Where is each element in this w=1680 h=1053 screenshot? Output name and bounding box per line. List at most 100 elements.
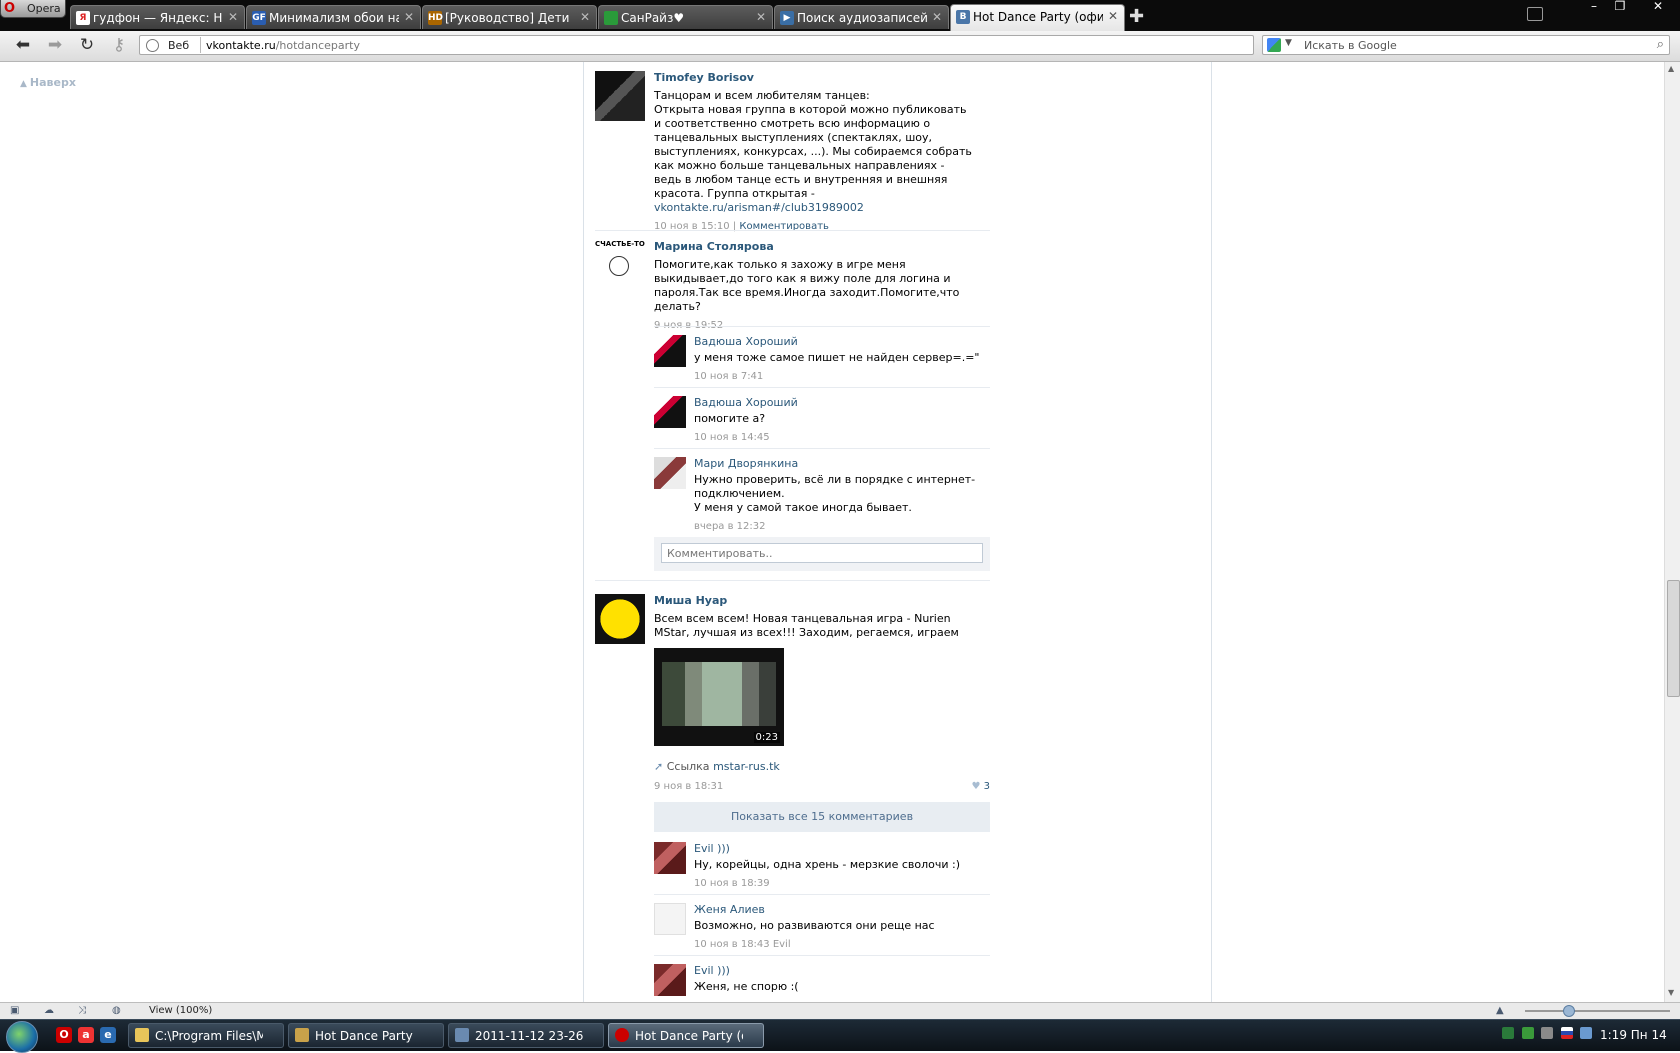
avatar[interactable] (654, 335, 686, 367)
minimize-icon[interactable]: – (1582, 0, 1606, 15)
avatar-caption: СЧАСТЬЕ-ТО (595, 240, 645, 248)
share-icon[interactable]: ⤨ (78, 1005, 92, 1016)
post-author[interactable]: Миша Нуар (654, 594, 974, 607)
opera-quicklaunch-icon[interactable]: O (56, 1027, 72, 1043)
heart-icon: ♥ (971, 781, 981, 792)
reply-author[interactable]: Мари Дворянкина (694, 457, 986, 470)
avatar[interactable] (595, 594, 645, 644)
language-flag-icon[interactable] (1560, 1027, 1573, 1039)
close-tab-icon[interactable]: ✕ (756, 10, 766, 24)
link-label: Ссылка (666, 760, 710, 773)
post-author[interactable]: Timofey Borisov (654, 71, 974, 84)
url-text: vkontakte.ru/hotdanceparty (206, 39, 360, 52)
tab-wallpapers[interactable]: GF Минимализм обои на ра... ✕ (246, 5, 421, 29)
opera-menu-button[interactable]: O Opera (0, 0, 66, 18)
network-icon[interactable] (1521, 1027, 1534, 1039)
reply-date[interactable]: 10 ноя в 18:39 (694, 878, 986, 889)
taskbar-screenshot-button[interactable]: 2011-11-12 23-26-51.... (448, 1023, 604, 1048)
close-tab-icon[interactable]: ✕ (1108, 9, 1118, 23)
search-icon[interactable]: ⌕ (1657, 37, 1664, 52)
tab-hot-dance-party[interactable]: В Hot Dance Party (офици... ✕ (950, 4, 1125, 31)
ie-quicklaunch-icon[interactable]: e (100, 1027, 116, 1043)
speed-dial-icon[interactable]: ◍ (112, 1005, 126, 1016)
avatar[interactable] (654, 457, 686, 489)
url-field[interactable]: Веб vkontakte.ru/hotdanceparty (139, 35, 1254, 55)
reply-date[interactable]: 10 ноя в 7:41 (694, 371, 986, 382)
search-placeholder: Искать в Google (1304, 39, 1397, 52)
like-button[interactable]: ♥ 3 (971, 781, 990, 792)
avatar[interactable] (595, 71, 645, 121)
reply-date[interactable]: вчера в 12:32 (694, 521, 986, 532)
taskbar: O a e C:\Program Files\Mail.... Hot Danc… (0, 1019, 1680, 1053)
google-icon[interactable] (1267, 38, 1281, 52)
new-tab-icon[interactable]: ✚ (1129, 6, 1144, 27)
close-tab-icon[interactable]: ✕ (932, 10, 942, 24)
vertical-scrollbar[interactable]: ▲ ▼ (1664, 62, 1680, 1002)
post-date[interactable]: 9 ноя в 18:31 (654, 781, 723, 792)
reply-author[interactable]: Evil ))) (694, 842, 986, 855)
close-tab-icon[interactable]: ✕ (228, 10, 238, 24)
attached-link: ➚ Ссылка mstar-rus.tk (654, 760, 780, 773)
panel-toggle-icon[interactable]: ▣ (10, 1005, 24, 1016)
reply-divider (654, 894, 990, 895)
clock[interactable]: 1:19 Пн 14 (1600, 1028, 1667, 1042)
reply-date[interactable]: 10 ноя в 14:45 (694, 432, 986, 443)
group-link[interactable]: vkontakte.ru/arisman#/club31989002 (654, 201, 864, 214)
close-window-icon[interactable]: ✕ (1646, 0, 1670, 15)
battery-icon[interactable] (1502, 1027, 1514, 1039)
start-button[interactable] (6, 1021, 38, 1053)
scrollbar-thumb[interactable] (1667, 580, 1680, 697)
avatar[interactable] (654, 903, 686, 935)
zoom-arrow-icon[interactable]: ▲ (1496, 1005, 1510, 1016)
close-tab-icon[interactable]: ✕ (580, 10, 590, 24)
url-path: /hotdanceparty (275, 39, 360, 52)
scroll-up-icon[interactable]: ▲ (1668, 64, 1674, 73)
taskbar-explorer-button[interactable]: C:\Program Files\Mail.... (128, 1023, 284, 1048)
volume-icon[interactable] (1541, 1027, 1553, 1039)
opera-logo-icon: O (4, 1, 16, 16)
comment-input[interactable]: Комментировать.. (661, 543, 983, 563)
cloud-icon[interactable]: ☁ (44, 1005, 58, 1016)
tab-audio-search[interactable]: ▶ Поиск аудиозаписей по... ✕ (774, 5, 949, 29)
reply-author[interactable]: Вадюша Хороший (694, 396, 986, 409)
reply-date[interactable]: 10 ноя в 18:43 Evil (694, 939, 986, 950)
reply-author[interactable]: Женя Алиев (694, 903, 986, 916)
key-icon[interactable]: ⚷ (108, 35, 130, 55)
zoom-slider-knob[interactable] (1563, 1005, 1575, 1017)
tab-yandex[interactable]: Я гудфон — Яндекс: Наш... ✕ (70, 5, 245, 29)
chevron-down-icon[interactable]: ▼ (1285, 38, 1292, 48)
comment-form: Комментировать.. (654, 537, 990, 571)
zoom-view-label[interactable]: View (100%) (149, 1005, 212, 1016)
search-field[interactable]: ▼ Искать в Google ⌕ (1262, 35, 1670, 55)
maximize-icon[interactable]: ❐ (1608, 0, 1632, 15)
close-tab-icon[interactable]: ✕ (404, 10, 414, 24)
reply-author[interactable]: Evil ))) (694, 964, 986, 977)
reply-author[interactable]: Вадюша Хороший (694, 335, 986, 348)
update-icon[interactable] (1580, 1027, 1592, 1039)
video-thumbnail[interactable]: 0:23 (654, 648, 784, 746)
app-a-quicklaunch-icon[interactable]: a (78, 1027, 94, 1043)
tab-sunrise[interactable]: СанРайз♥ ✕ (598, 5, 773, 29)
post-divider (595, 230, 990, 231)
avatar[interactable] (654, 842, 686, 874)
avatar[interactable] (654, 964, 686, 996)
mstar-link[interactable]: mstar-rus.tk (713, 760, 780, 773)
taskbar-game-button[interactable]: Hot Dance Party (288, 1023, 444, 1048)
post-author[interactable]: Марина Столярова (654, 240, 974, 253)
address-bar: ⬅ ➡ ↻ ⚷ Веб vkontakte.ru/hotdanceparty ▼… (0, 31, 1680, 62)
tab-guide[interactable]: HD [Руководство] Дети ✕ (422, 5, 597, 29)
opera-icon (615, 1028, 629, 1042)
trash-icon[interactable] (1527, 7, 1543, 21)
avatar[interactable]: СЧАСТЬЕ-ТО (595, 240, 645, 290)
scroll-down-icon[interactable]: ▼ (1668, 988, 1674, 997)
tab-label: Минимализм обои на ра... (269, 11, 399, 25)
zoom-slider-track[interactable] (1525, 1010, 1670, 1012)
show-all-comments-button[interactable]: Показать все 15 комментариев (654, 802, 990, 832)
taskbar-opera-button[interactable]: Hot Dance Party (офи... (608, 1023, 764, 1048)
back-icon[interactable]: ⬅ (12, 35, 34, 55)
reload-icon[interactable]: ↻ (76, 35, 98, 55)
web-badge: Веб (168, 39, 190, 52)
to-top-link[interactable]: ▲ Наверх (20, 76, 76, 89)
forward-icon[interactable]: ➡ (44, 35, 66, 55)
avatar[interactable] (654, 396, 686, 428)
